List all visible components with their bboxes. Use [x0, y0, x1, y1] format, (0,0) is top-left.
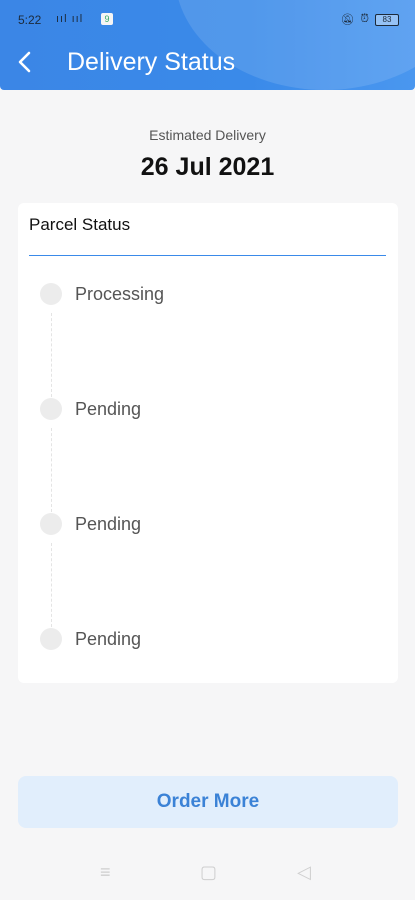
status-step: Pending [40, 398, 141, 420]
home-icon[interactable]: ▢ [200, 862, 217, 883]
parcel-status-card: Parcel Status Processing Pending Pending… [18, 203, 398, 683]
nfc-icon: 9 [101, 13, 113, 25]
estimated-delivery-label: Estimated Delivery [149, 127, 266, 143]
card-title: Parcel Status [29, 215, 131, 234]
step-label: Processing [75, 283, 165, 304]
app-header: 5:22 ııl ııl 9 🔕︎ ⏰︎ 83 Delivery Status [0, 0, 415, 90]
status-bar: 5:22 ııl ııl 9 🔕︎ ⏰︎ 83 [0, 0, 415, 34]
back-button[interactable] [10, 44, 40, 80]
card-divider [29, 255, 386, 256]
step-dot [40, 398, 62, 420]
step-connector [51, 543, 52, 627]
menu-icon[interactable]: ≡ [100, 862, 111, 883]
estimated-delivery-date: 26 Jul 2021 [140, 153, 275, 181]
step-connector [51, 313, 52, 397]
step-label: Pending [75, 628, 142, 649]
step-label: Pending [75, 398, 142, 419]
alarm-icon: ⏰︎ [360, 13, 369, 25]
system-navigation-bar: ≡ ▢ ◁ [0, 850, 415, 900]
nav-row: Delivery Status [0, 40, 415, 86]
battery-icon: 83 [375, 13, 399, 26]
status-step: Pending [40, 628, 141, 650]
signal-icon: ııl ııl [56, 13, 84, 25]
status-step: Processing [40, 283, 164, 305]
mute-icon: 🔕︎ [340, 14, 355, 26]
step-dot [40, 513, 62, 535]
page-title: Delivery Status [67, 48, 236, 76]
step-connector [51, 428, 52, 512]
status-right-icons: 🔕︎ ⏰︎ 83 [340, 13, 399, 26]
chevron-left-icon [18, 51, 31, 73]
back-nav-icon[interactable]: ◁ [297, 862, 311, 883]
status-time: 5:22 [18, 13, 42, 27]
order-more-button[interactable]: Order More [18, 776, 398, 828]
step-dot [40, 283, 62, 305]
status-step: Pending [40, 513, 141, 535]
step-dot [40, 628, 62, 650]
step-label: Pending [75, 513, 142, 534]
